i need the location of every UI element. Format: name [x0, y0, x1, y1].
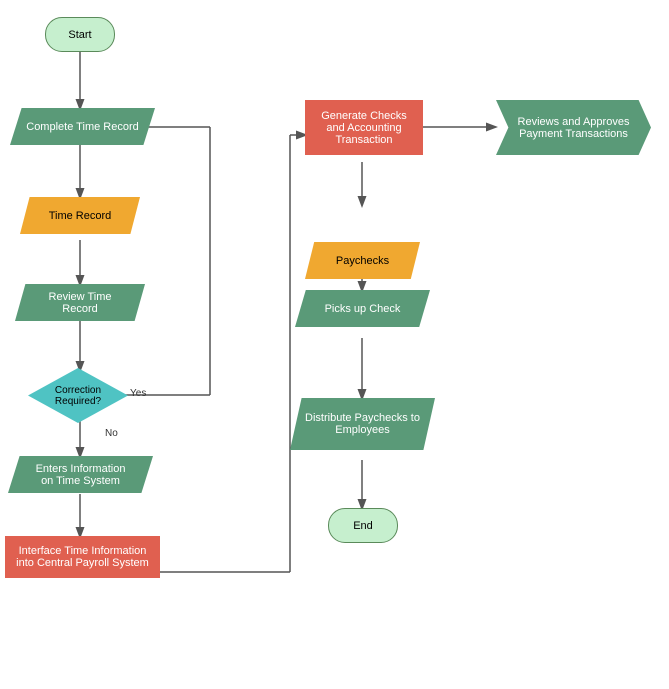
paychecks-node: Paychecks [305, 242, 420, 279]
review-time-record-node: Review Time Record [15, 284, 145, 321]
end-node: End [328, 508, 398, 543]
correction-required-node: Correction Required? [28, 368, 128, 423]
reviews-approves-node: Reviews and Approves Payment Transaction… [496, 100, 651, 155]
distribute-paychecks-node: Distribute Paychecks to Employees [290, 398, 435, 450]
enters-information-node: Enters Information on Time System [8, 456, 153, 493]
flowchart-diagram: Start Complete Time Record Time Record R… [0, 0, 669, 689]
no-label: No [105, 428, 118, 439]
time-record-node: Time Record [20, 197, 140, 234]
start-node: Start [45, 17, 115, 52]
interface-time-node: Interface Time Information into Central … [5, 536, 160, 578]
yes-label: Yes [130, 388, 146, 399]
complete-time-record-node: Complete Time Record [10, 108, 155, 145]
generate-checks-node: Generate Checks and Accounting Transacti… [305, 100, 423, 155]
picks-up-check-node: Picks up Check [295, 290, 430, 327]
